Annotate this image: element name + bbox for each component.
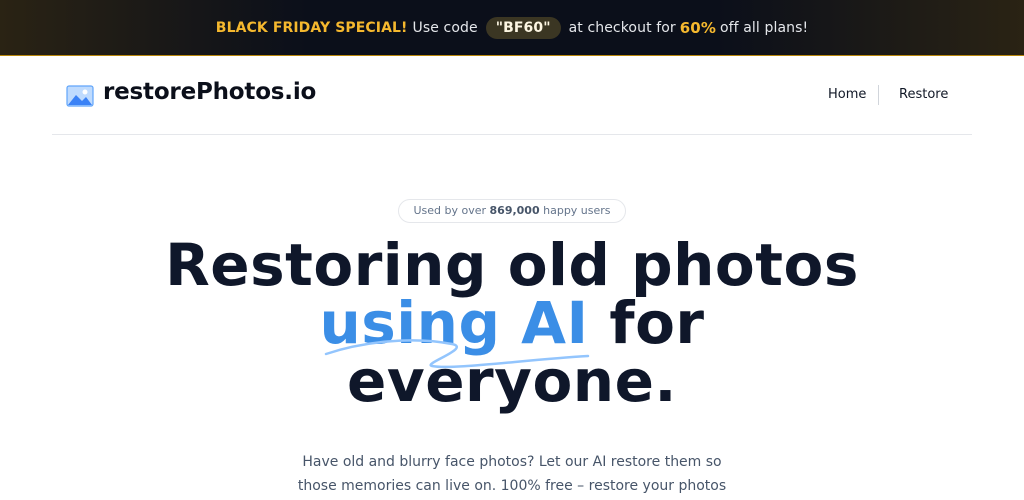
nav-restore-link[interactable]: Restore: [899, 87, 948, 102]
hero-description: Have old and blurry face photos? Let our…: [262, 450, 762, 498]
description-line2: those memories can live on. 100% free – …: [297, 478, 727, 494]
promo-text-after: off all plans!: [719, 19, 809, 36]
users-prefix: Used by over: [413, 204, 487, 217]
nav-divider: [878, 85, 879, 105]
users-count-badge: Used by over 869,000 happy users: [398, 199, 626, 223]
image-icon[interactable]: [66, 85, 94, 107]
nav-home-link[interactable]: Home: [828, 87, 866, 102]
users-suffix: happy users: [543, 204, 611, 217]
promo-code-badge: "BF60": [485, 16, 561, 39]
users-count: 869,000: [489, 204, 540, 217]
promo-text-before: Use code: [412, 19, 478, 36]
promo-banner: BLACK FRIDAY SPECIAL! Use code "BF60" at…: [0, 0, 1024, 56]
highlight-underline: [324, 339, 590, 369]
promo-label: BLACK FRIDAY SPECIAL!: [215, 19, 408, 36]
promo-text-middle: at checkout for: [568, 19, 676, 36]
site-header: restorePhotos.io Home Restore: [52, 57, 972, 135]
promo-discount: 60%: [679, 18, 716, 37]
hero-title: Restoring old photos using AI for everyo…: [112, 236, 912, 410]
brand-name[interactable]: restorePhotos.io: [103, 79, 316, 105]
description-line1: Have old and blurry face photos? Let our…: [302, 454, 722, 470]
